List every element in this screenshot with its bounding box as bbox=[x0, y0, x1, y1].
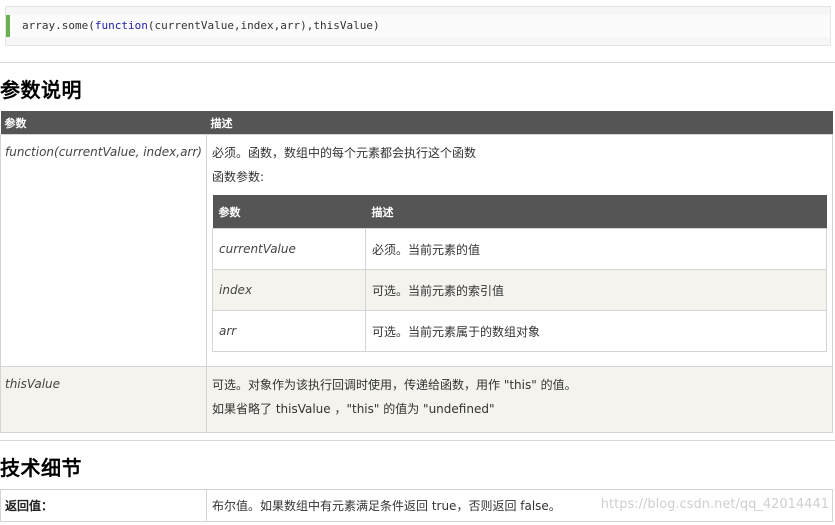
desc-line: 如果省略了 thisValue ，"this" 的值为 "undefined" bbox=[212, 402, 495, 416]
code-block: array.some(function(currentValue,index,a… bbox=[5, 6, 831, 46]
code-line: array.some(function(currentValue,index,a… bbox=[6, 15, 830, 37]
inner-param: index bbox=[212, 269, 366, 311]
param-cell: thisValue bbox=[0, 366, 207, 433]
header-param: 参数 bbox=[0, 111, 207, 135]
inner-desc: 可选。当前元素的索引值 bbox=[365, 269, 827, 311]
table-row: function(currentValue, index,arr) 必须。函数，… bbox=[0, 134, 833, 367]
inner-header-param: 参数 bbox=[212, 195, 366, 229]
param-cell: function(currentValue, index,arr) bbox=[0, 134, 207, 367]
param-name: function(currentValue, index,arr) bbox=[5, 145, 202, 159]
watermark: https://blog.csdn.net/qq_42014441 bbox=[600, 497, 829, 512]
desc-cell: 必须。函数，数组中的每个元素都会执行这个函数 函数参数: 参数 描述 curre… bbox=[206, 134, 833, 367]
inner-param: currentValue bbox=[212, 228, 366, 270]
inner-param: arr bbox=[212, 310, 366, 352]
code-suffix: (currentValue,index,arr),thisValue) bbox=[147, 19, 380, 32]
divider bbox=[0, 440, 835, 441]
return-label: 返回值： bbox=[0, 489, 207, 522]
code-prefix: array.some( bbox=[22, 19, 95, 32]
desc-line: 可选。对象作为该执行回调时使用，传递给函数，用作 "this" 的值。 bbox=[212, 378, 577, 392]
inner-header-desc: 描述 bbox=[365, 195, 827, 229]
table-row: currentValue 必须。当前元素的值 bbox=[212, 228, 827, 270]
desc-line: 函数参数: bbox=[212, 170, 265, 184]
params-table-header: 参数 描述 bbox=[0, 111, 833, 135]
desc-line: 必须。函数，数组中的每个元素都会执行这个函数 bbox=[212, 146, 477, 160]
inner-table-header: 参数 描述 bbox=[212, 195, 827, 229]
desc-cell: 可选。对象作为该执行回调时使用，传递给函数，用作 "this" 的值。 如果省略… bbox=[206, 366, 833, 433]
table-row: thisValue 可选。对象作为该执行回调时使用，传递给函数，用作 "this… bbox=[0, 366, 833, 433]
params-table: 参数 描述 function(currentValue, index,arr) … bbox=[0, 111, 833, 433]
table-row: arr 可选。当前元素属于的数组对象 bbox=[212, 310, 827, 352]
param-name: thisValue bbox=[5, 377, 61, 391]
table-row: index 可选。当前元素的索引值 bbox=[212, 269, 827, 311]
code-keyword: function bbox=[94, 19, 148, 32]
inner-desc: 必须。当前元素的值 bbox=[365, 228, 827, 270]
section-heading-tech: 技术细节 bbox=[0, 456, 82, 480]
header-desc: 描述 bbox=[206, 111, 833, 135]
inner-desc: 可选。当前元素属于的数组对象 bbox=[365, 310, 827, 352]
inner-params-table: 参数 描述 currentValue 必须。当前元素的值 index 可选。当前… bbox=[212, 195, 827, 352]
divider bbox=[0, 62, 835, 63]
section-heading-params: 参数说明 bbox=[0, 78, 82, 102]
